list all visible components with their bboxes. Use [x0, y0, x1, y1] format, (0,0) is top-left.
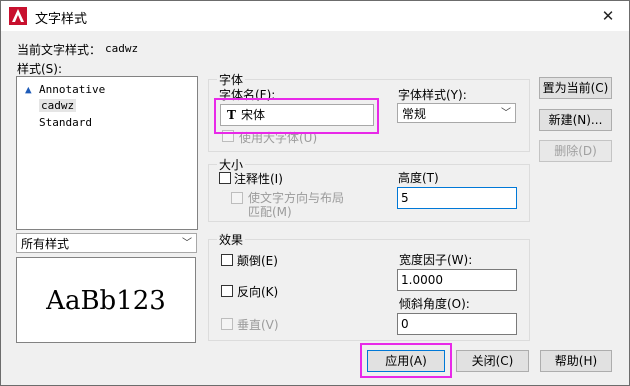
oblique-angle-input[interactable]: 0	[397, 313, 517, 335]
font-style-label: 字体样式(Y):	[398, 88, 467, 102]
font-name-highlight	[214, 98, 379, 134]
chevron-down-icon: ﹀	[182, 238, 192, 249]
upside-down-label: 颠倒(E)	[237, 254, 278, 268]
annotative-checkbox[interactable]	[219, 172, 231, 184]
list-item[interactable]: ▲ Annotative	[25, 82, 105, 97]
title-bar[interactable]: 文字样式 ✕	[1, 1, 629, 31]
backwards-label: 反向(K)	[237, 285, 279, 299]
list-item[interactable]: cadwz	[39, 98, 77, 113]
preview-text: AaBb123	[46, 286, 166, 316]
style-preview: AaBb123	[16, 257, 196, 343]
chevron-down-icon: ﹀	[501, 108, 511, 119]
delete-button[interactable]: 删除(D)	[539, 140, 612, 162]
width-factor-input[interactable]: 1.0000	[397, 269, 517, 291]
effects-group-label: 效果	[217, 231, 246, 248]
dialog-title: 文字样式	[35, 12, 88, 27]
backwards-checkbox[interactable]	[221, 285, 233, 297]
new-button[interactable]: 新建(N)...	[539, 109, 612, 131]
width-factor-label: 宽度因子(W):	[399, 253, 473, 267]
help-button[interactable]: 帮助(H)	[540, 350, 612, 372]
set-current-button[interactable]: 置为当前(C)	[539, 77, 612, 99]
style-filter-select[interactable]: 所有样式 ﹀	[16, 233, 197, 253]
text-style-dialog: 文字样式 ✕ 当前文字样式： cadwz 样式(S): ▲ Annotative …	[0, 0, 630, 386]
close-icon[interactable]: ✕	[595, 5, 621, 27]
height-label: 高度(T)	[398, 171, 439, 185]
oblique-angle-label: 倾斜角度(O):	[399, 297, 470, 311]
autocad-app-icon	[9, 7, 27, 25]
apply-button-highlight	[360, 343, 452, 378]
vertical-checkbox[interactable]	[221, 318, 233, 330]
font-style-select[interactable]: 常规 ﹀	[397, 103, 516, 123]
height-input[interactable]: 5	[397, 187, 517, 209]
annotative-label: 注释性(I)	[234, 172, 283, 186]
upside-down-checkbox[interactable]	[221, 254, 233, 266]
match-orientation-label-2: 匹配(M)	[248, 205, 292, 219]
styles-label: 样式(S):	[17, 62, 63, 76]
list-item[interactable]: Standard	[39, 115, 92, 130]
vertical-label: 垂直(V)	[237, 318, 279, 332]
annotative-icon: ▲	[25, 83, 32, 96]
match-orientation-checkbox[interactable]	[231, 192, 243, 204]
current-style-value: cadwz	[105, 42, 139, 55]
close-button[interactable]: 关闭(C)	[456, 350, 529, 372]
styles-list[interactable]: ▲ Annotative cadwz Standard	[16, 76, 198, 230]
current-style-label: 当前文字样式：	[17, 43, 102, 57]
